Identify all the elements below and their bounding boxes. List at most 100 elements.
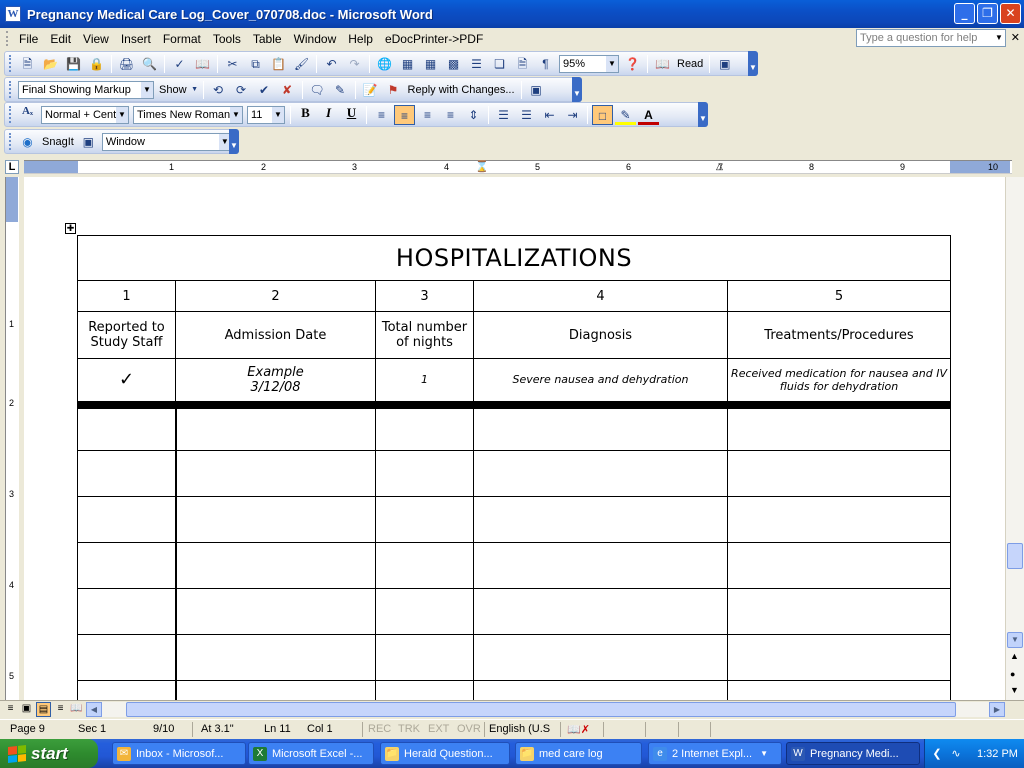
reply-with-changes-icon[interactable]: ⚑ <box>383 80 404 100</box>
table-cell[interactable] <box>77 450 177 497</box>
close-document-icon[interactable]: ✕ <box>1011 31 1020 44</box>
chevron-down-icon[interactable]: ▼ <box>606 55 618 72</box>
markup-mode-select[interactable]: Final Showing Markup ▼ <box>18 80 154 99</box>
horizontal-ruler[interactable]: L 1 2 3 4 5 6 7 8 9 10 ⌛ △ <box>0 157 1024 177</box>
next-change-icon[interactable]: ⟳ <box>231 80 252 100</box>
font-color-icon[interactable]: A <box>638 105 659 125</box>
paste-icon[interactable]: 📋 <box>268 54 289 74</box>
chevron-down-icon[interactable]: ▼ <box>993 30 1005 46</box>
taskbar-item-herald-questions[interactable]: 📁 Herald Question... <box>380 742 510 765</box>
spelling-status-icon[interactable]: 📖✗ <box>567 723 590 736</box>
header-total-nights[interactable]: Total number of nights <box>375 311 474 359</box>
outline-view-icon[interactable]: ≡ <box>53 702 68 717</box>
snagit-button[interactable]: SnagIt <box>39 136 77 148</box>
reviewing-pane-icon[interactable]: ▣ <box>526 80 547 100</box>
table-cell[interactable] <box>726 496 952 543</box>
word-app-icon[interactable]: W <box>5 6 21 22</box>
format-painter-icon[interactable]: 🖌 <box>291 54 312 74</box>
menu-tools[interactable]: Tools <box>207 32 247 46</box>
table-cell[interactable] <box>175 680 376 700</box>
toolbar-options-icon[interactable]: ▼ <box>572 77 582 102</box>
reading-layout-icon[interactable]: 📖 <box>69 702 84 717</box>
column-number[interactable]: 4 <box>473 280 728 312</box>
reject-change-icon[interactable]: ✘ <box>277 80 298 100</box>
scroll-left-icon[interactable]: ◀ <box>86 702 102 717</box>
chevron-down-icon[interactable]: ▼ <box>230 106 242 123</box>
decrease-indent-icon[interactable]: ⇤ <box>539 105 560 125</box>
table-cell[interactable] <box>375 496 474 543</box>
scroll-right-icon[interactable]: ▶ <box>989 702 1005 717</box>
minimize-button[interactable]: _ <box>954 3 975 24</box>
snagit-capture-icon[interactable]: ▣ <box>714 54 735 74</box>
status-trk[interactable]: TRK <box>398 723 420 735</box>
table-cell[interactable] <box>77 680 177 700</box>
table-cell[interactable] <box>473 588 728 635</box>
menu-table[interactable]: Table <box>247 32 288 46</box>
permission-icon[interactable]: 🔒 <box>86 54 107 74</box>
bold-icon[interactable]: B <box>295 105 316 125</box>
table-cell[interactable] <box>473 496 728 543</box>
zoom-select[interactable]: 95% ▼ <box>559 54 619 73</box>
table-cell[interactable] <box>375 634 474 681</box>
font-size-select[interactable]: 11 ▼ <box>247 105 285 124</box>
web-layout-icon[interactable]: ▣ <box>19 702 34 717</box>
menu-edocprinter[interactable]: eDocPrinter->PDF <box>379 32 489 46</box>
column-number[interactable]: 1 <box>77 280 176 312</box>
table-cell[interactable] <box>175 450 376 497</box>
table-title[interactable]: HOSPITALIZATIONS <box>76 235 952 281</box>
table-cell[interactable] <box>473 542 728 589</box>
next-page-icon[interactable]: ▼ <box>1010 685 1019 695</box>
scroll-thumb[interactable] <box>1007 543 1023 569</box>
taskbar-item-inbox[interactable]: ✉ Inbox - Microsof... <box>112 742 246 765</box>
table-cell[interactable] <box>375 542 474 589</box>
accept-change-icon[interactable]: ✔ <box>254 80 275 100</box>
table-cell[interactable] <box>726 404 952 451</box>
right-indent-marker-icon[interactable]: △ <box>716 161 723 172</box>
table-cell[interactable] <box>726 450 952 497</box>
toolbar-grip[interactable] <box>9 55 12 72</box>
column-number[interactable]: 3 <box>375 280 474 312</box>
table-cell[interactable] <box>726 542 952 589</box>
example-treatment[interactable]: Received medication for nausea and IV fl… <box>726 358 952 409</box>
styles-formatting-icon[interactable]: Aₓ <box>17 105 38 125</box>
vertical-scrollbar[interactable]: ▼ ▲ ● ▼ <box>1005 177 1024 700</box>
chevron-down-icon[interactable]: ▼ <box>272 106 284 123</box>
insert-table-icon[interactable]: ▦ <box>420 54 441 74</box>
example-checkmark[interactable]: ✓ <box>77 358 176 409</box>
reply-with-changes-button[interactable]: Reply with Changes... <box>405 84 518 96</box>
tables-borders-icon[interactable]: ▦ <box>397 54 418 74</box>
show-menu-button[interactable]: Show <box>156 84 190 96</box>
table-cell[interactable] <box>77 404 177 451</box>
restore-button[interactable]: ❐ <box>977 3 998 24</box>
help-search-input[interactable]: Type a question for help ▼ <box>856 29 1006 47</box>
cut-icon[interactable]: ✂ <box>222 54 243 74</box>
table-cell[interactable] <box>175 404 376 451</box>
spelling-icon[interactable]: ✓ <box>169 54 190 74</box>
menu-view[interactable]: View <box>77 32 115 46</box>
chevron-down-icon[interactable]: ▼ <box>191 80 199 100</box>
column-number[interactable]: 2 <box>175 280 376 312</box>
numbering-icon[interactable]: ☰ <box>493 105 514 125</box>
track-changes-icon[interactable]: 📝 <box>360 80 381 100</box>
normal-view-icon[interactable]: ≡ <box>3 702 18 717</box>
save-icon[interactable]: 💾 <box>63 54 84 74</box>
line-spacing-icon[interactable]: ⇕ <box>463 105 484 125</box>
toolbar-options-icon[interactable]: ▼ <box>748 51 758 76</box>
menu-format[interactable]: Format <box>157 32 207 46</box>
capture-mode-select[interactable]: Window ▼ <box>101 132 232 151</box>
menu-help[interactable]: Help <box>342 32 379 46</box>
help-icon[interactable]: ❓ <box>622 54 643 74</box>
table-cell[interactable] <box>175 588 376 635</box>
table-cell[interactable] <box>175 634 376 681</box>
header-treatments[interactable]: Treatments/Procedures <box>726 311 952 359</box>
read-button[interactable]: Read <box>674 58 706 70</box>
table-cell[interactable] <box>175 496 376 543</box>
show-hide-icon[interactable]: ¶ <box>535 54 556 74</box>
underline-icon[interactable]: U <box>341 105 362 125</box>
increase-indent-icon[interactable]: ⇥ <box>562 105 583 125</box>
toolbar-grip[interactable] <box>9 133 12 150</box>
menu-edit[interactable]: Edit <box>44 32 77 46</box>
print-icon[interactable]: 🖨 <box>116 54 137 74</box>
menu-insert[interactable]: Insert <box>115 32 157 46</box>
table-cell[interactable] <box>77 634 177 681</box>
